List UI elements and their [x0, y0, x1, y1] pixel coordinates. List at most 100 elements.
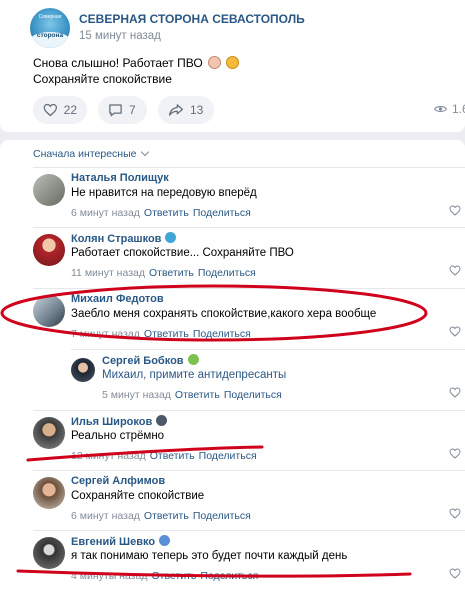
group-avatar-top-text: Северная: [38, 14, 62, 20]
views-count: 1.6: [452, 102, 465, 116]
commenter-name[interactable]: Михаил Федотов: [71, 293, 164, 305]
comment-separator: [71, 349, 465, 350]
comment-like-heart-icon[interactable]: [449, 326, 461, 337]
profile-badge-icon: [165, 232, 177, 243]
comment-like-heart-icon[interactable]: [449, 387, 461, 398]
commenter-avatar[interactable]: [33, 477, 65, 509]
comment-time[interactable]: 5 минут назад: [102, 389, 171, 401]
comment: Илья Широков Реально стрёмно 12 минут наза…: [0, 410, 465, 470]
comment-count: 7: [129, 103, 136, 117]
share-link[interactable]: Поделиться: [198, 267, 256, 279]
comment-time[interactable]: 7 минут назад: [71, 328, 140, 340]
comment-text: Работает спокойствие... Сохраняйте ПВО: [71, 247, 294, 259]
comment-time[interactable]: 6 минут назад: [71, 510, 140, 522]
reply-link[interactable]: Ответить: [144, 328, 189, 340]
reply-link[interactable]: Ответить: [150, 450, 195, 462]
commenter-name[interactable]: Сергей Бобков: [102, 354, 199, 367]
eye-icon: [434, 106, 447, 112]
commenter-avatar[interactable]: [33, 537, 65, 569]
comment-time[interactable]: 4 минуты назад: [71, 570, 147, 582]
share-link[interactable]: Поделиться: [199, 450, 257, 462]
comment-meta: 6 минут назад Ответить Поделиться: [71, 207, 251, 219]
views-counter: 1.6: [434, 102, 465, 116]
commenter-name-text: Колян Страшков: [71, 233, 162, 245]
heart-icon: [43, 103, 58, 117]
comment-like-heart-icon[interactable]: [449, 205, 461, 216]
like-button[interactable]: 22: [33, 96, 87, 124]
profile-badge-icon: [187, 354, 199, 365]
comment-time[interactable]: 12 минут назад: [71, 450, 146, 462]
commenter-name-text: Евгений Шевко: [71, 536, 156, 548]
comments-sort-dropdown[interactable]: Сначала интересные: [33, 147, 149, 160]
comment-like-heart-icon[interactable]: [449, 568, 461, 579]
reply-link[interactable]: Ответить: [149, 267, 194, 279]
comment-separator: [33, 227, 465, 228]
post-card: Северная сторона СЕВЕРНАЯ СТОРОНА СЕВАСТ…: [0, 0, 465, 132]
reply-link[interactable]: Ответить: [151, 570, 196, 582]
commenter-avatar[interactable]: [33, 417, 65, 449]
commenter-name[interactable]: Илья Широков: [71, 415, 168, 428]
comment-text: Заебло меня сохранять спокойствие,какого…: [71, 308, 377, 320]
handshake-emoji-icon: [226, 56, 240, 69]
share-link[interactable]: Поделиться: [193, 328, 251, 340]
comment: Сергей Алфимов Сохраняйте спокойствие 6 ми…: [0, 470, 465, 530]
comment-like-heart-icon[interactable]: [449, 448, 461, 459]
share-link[interactable]: Поделиться: [193, 207, 251, 219]
comment-separator: [33, 530, 465, 531]
commenter-name[interactable]: Наталья Полищук: [71, 172, 169, 184]
commenter-avatar[interactable]: [33, 234, 65, 266]
commenter-avatar[interactable]: [71, 358, 95, 382]
comment-text: я так понимаю теперь это будет почти каж…: [71, 550, 348, 562]
comment: Михаил Федотов Заебло меня сохранять спок…: [0, 288, 465, 348]
like-count: 22: [63, 103, 77, 117]
commenter-name[interactable]: Колян Страшков: [71, 232, 177, 245]
comment-meta: 4 минуты назад Ответить Поделиться: [71, 570, 258, 582]
post-text-line-2: Сохраняйте спокойствие: [33, 72, 172, 86]
comment-button[interactable]: 7: [98, 96, 147, 124]
post-text: Снова слышно! Работает ПВО: [33, 56, 203, 70]
reply-link[interactable]: Ответить: [144, 510, 189, 522]
commenter-name-text: Сергей Алфимов: [71, 475, 166, 487]
share-link[interactable]: Поделиться: [193, 510, 251, 522]
share-count: 13: [190, 103, 204, 117]
comment-separator: [33, 470, 465, 471]
comment: Колян Страшков Работает спокойствие... Со…: [0, 227, 465, 287]
profile-badge-icon: [156, 415, 168, 426]
commenter-avatar[interactable]: [33, 174, 65, 206]
comment-time[interactable]: 6 минут назад: [71, 207, 140, 219]
commenter-name[interactable]: Сергей Алфимов: [71, 475, 165, 487]
share-button[interactable]: 13: [158, 96, 214, 124]
sort-label: Сначала интересные: [33, 148, 137, 160]
chevron-down-icon: [140, 147, 149, 157]
reply-link[interactable]: Ответить: [175, 389, 220, 401]
post-time[interactable]: 15 минут назад: [79, 30, 161, 42]
commenter-name-text: Наталья Полищук: [71, 172, 169, 184]
profile-badge-icon: [159, 535, 171, 546]
group-avatar[interactable]: Северная сторона: [30, 8, 70, 48]
group-avatar-word: сторона: [36, 32, 64, 39]
comment-meta: 7 минут назад Ответить Поделиться: [71, 328, 251, 340]
comment: Евгений Шевко я так понимаю теперь это бу…: [0, 530, 465, 590]
comments-card: Сначала интересные Наталья Полищук Не нра…: [0, 140, 465, 600]
comment-text: Не нравится на передовую вперёд: [71, 187, 257, 199]
comment-time[interactable]: 11 минут назад: [71, 267, 145, 279]
comment-icon: [109, 104, 122, 117]
comment-text: Сохраняйте спокойствие: [71, 490, 205, 502]
raised-hand-emoji-icon: [208, 56, 222, 69]
share-link[interactable]: Поделиться: [224, 389, 282, 401]
comment-separator: [33, 167, 465, 168]
comment-text: Михаил, примите антидепресанты: [102, 369, 287, 381]
comment-separator: [33, 288, 465, 289]
comment-meta: 5 минут назад Ответить Поделиться: [102, 389, 282, 401]
share-link[interactable]: Поделиться: [200, 570, 258, 582]
comment: Наталья Полищук Не нравится на передовую …: [0, 167, 465, 227]
group-name[interactable]: СЕВЕРНАЯ СТОРОНА СЕВАСТОПОЛЬ: [79, 12, 305, 26]
comment-like-heart-icon[interactable]: [449, 265, 461, 276]
reply-link[interactable]: Ответить: [144, 207, 189, 219]
commenter-name-text: Сергей Бобков: [102, 355, 184, 367]
share-icon: [169, 104, 183, 116]
reply-comment: Сергей Бобков Михаил, примите антидепреса…: [0, 349, 465, 409]
commenter-avatar[interactable]: [33, 295, 65, 327]
comment-like-heart-icon[interactable]: [449, 508, 461, 519]
commenter-name[interactable]: Евгений Шевко: [71, 535, 171, 548]
